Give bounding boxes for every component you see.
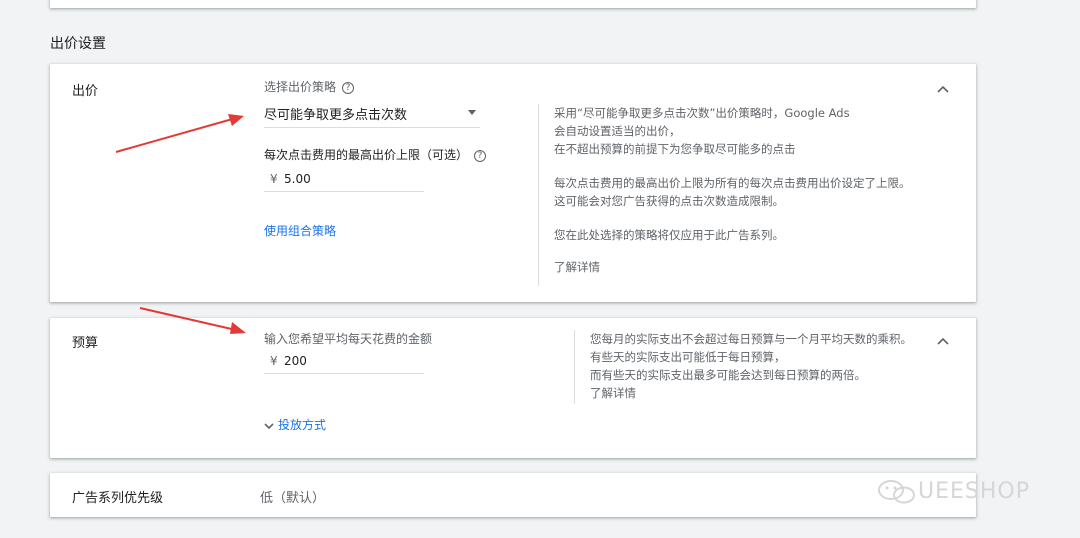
max-cpc-label-row: 每次点击费用的最高出价上限（可选）?	[264, 146, 487, 163]
portfolio-strategy-link[interactable]: 使用组合策略	[264, 222, 336, 239]
previous-section-card	[50, 0, 976, 8]
max-cpc-value: 5.00	[284, 172, 311, 186]
help-line: 这可能会对您广告获得的点击次数造成限制。	[554, 194, 784, 208]
divider	[574, 330, 575, 404]
strategy-label-row: 选择出价策略?	[264, 78, 355, 95]
bid-card: 出价 选择出价策略? 尽可能争取更多点击次数 每次点击费用的最高出价上限（可选）…	[50, 64, 976, 302]
help-line: 采用“尽可能争取更多点击次数”出价策略时，Google Ads	[554, 106, 850, 120]
max-cpc-label: 每次点击费用的最高出价上限（可选）	[264, 148, 469, 162]
priority-value: 低（默认）	[260, 491, 326, 506]
learn-more-link[interactable]: 了解详情	[554, 258, 911, 276]
help-line: 会自动设置适当的出价，	[554, 124, 681, 138]
max-cpc-input[interactable]: ¥ 5.00	[264, 170, 424, 192]
annotation-arrow	[139, 307, 246, 334]
bid-strategy-value: 尽可能争取更多点击次数	[264, 108, 408, 123]
divider	[538, 104, 539, 286]
dropdown-arrow-icon	[468, 110, 476, 115]
budget-label: 预算	[72, 336, 99, 351]
bid-help-text: 采用“尽可能争取更多点击次数”出价策略时，Google Ads 会自动设置适当的…	[554, 104, 911, 276]
learn-more-link[interactable]: 了解详情	[590, 384, 912, 402]
wechat-icon	[878, 480, 915, 504]
help-line: 您在此处选择的策略将仅应用于此广告系列。	[554, 228, 784, 242]
watermark: UEESHOP	[876, 478, 1030, 506]
budget-input[interactable]: ¥ 200	[264, 352, 424, 374]
help-icon[interactable]: ?	[474, 149, 487, 162]
bid-label: 出价	[72, 84, 99, 99]
budget-value: 200	[284, 354, 307, 368]
annotation-arrow	[115, 114, 244, 153]
section-title: 出价设置	[50, 36, 106, 52]
priority-card[interactable]: 广告系列优先级 低（默认）	[50, 473, 976, 517]
strategy-label: 选择出价策略	[264, 80, 337, 94]
priority-label: 广告系列优先级	[72, 491, 164, 506]
delivery-method-label: 投放方式	[278, 418, 327, 432]
chevron-down-icon	[264, 422, 274, 429]
help-line: 您每月的实际支出不会超过每日预算与一个月平均天数的乘积。	[590, 332, 912, 346]
currency-symbol: ¥	[270, 172, 278, 186]
watermark-text: UEESHOP	[918, 479, 1030, 504]
budget-help-text: 您每月的实际支出不会超过每日预算与一个月平均天数的乘积。 有些天的实际支出可能低…	[590, 330, 912, 402]
help-line: 有些天的实际支出可能低于每日预算，	[590, 350, 786, 364]
collapse-icon[interactable]	[936, 336, 950, 346]
collapse-icon[interactable]	[936, 84, 950, 94]
help-line: 在不超出预算的前提下为您争取尽可能多的点击	[554, 142, 796, 156]
help-icon[interactable]: ?	[342, 81, 355, 94]
bid-strategy-select[interactable]: 尽可能争取更多点击次数	[264, 102, 480, 128]
budget-input-label: 输入您希望平均每天花费的金额	[264, 332, 433, 346]
help-line: 每次点击费用的最高出价上限为所有的每次点击费用出价设定了上限。	[554, 176, 911, 190]
delivery-method-toggle[interactable]: 投放方式	[264, 416, 326, 433]
currency-symbol: ¥	[270, 354, 278, 368]
help-line: 而有些天的实际支出最多可能会达到每日预算的两倍。	[590, 368, 866, 382]
